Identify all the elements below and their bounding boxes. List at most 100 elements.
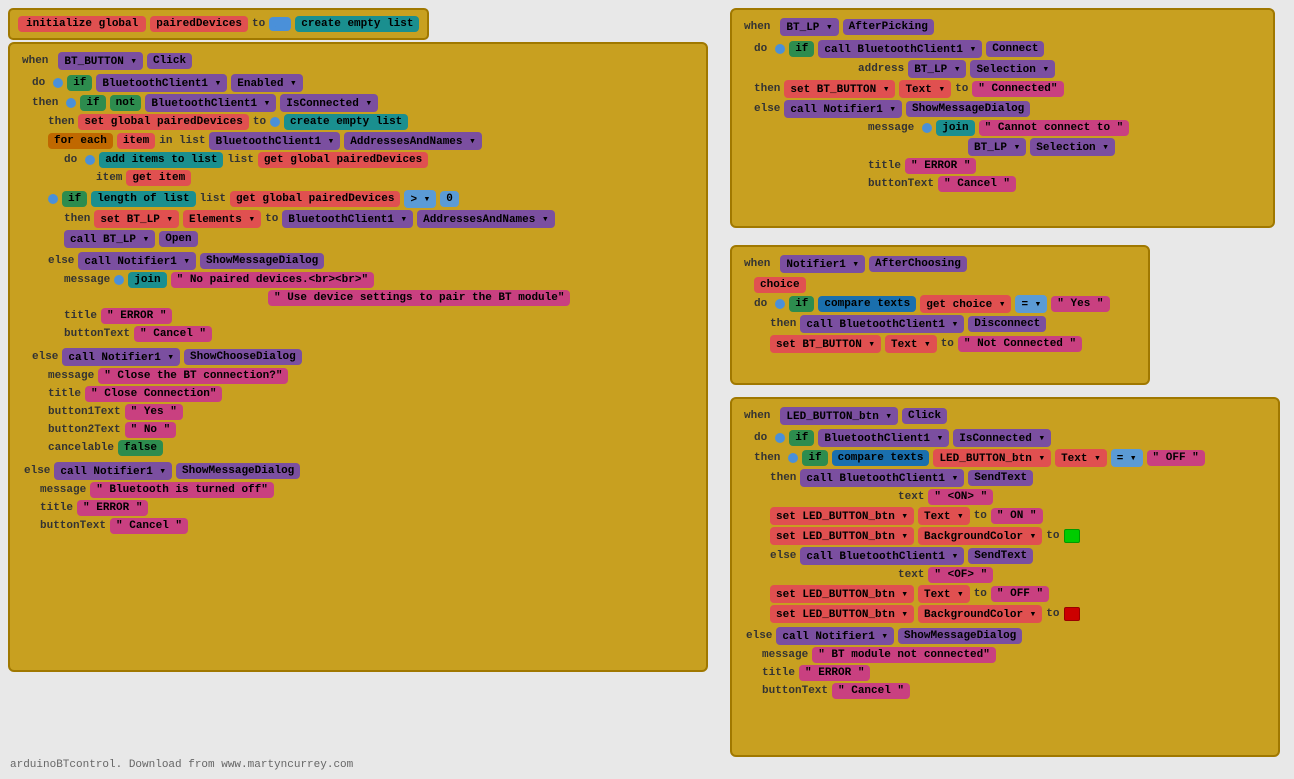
send-text-method2: SendText (968, 548, 1033, 564)
get-global-paired2: get global pairedDevices (230, 191, 400, 207)
if-keyword2: if (80, 95, 105, 111)
error-str2: " ERROR " (77, 500, 148, 516)
led-block: when LED_BUTTON_btn ▾ Click do if Blueto… (730, 397, 1280, 757)
text-kw: text (898, 491, 924, 503)
item-var: item (117, 133, 155, 149)
do-label4: do (754, 298, 767, 310)
join-dot (114, 275, 124, 285)
set-bt-btn: set BT_BUTTON ▾ (784, 80, 895, 98)
call-btlp-open: call BT_LP ▾ (64, 230, 155, 248)
show-msg-dialog3: ShowMessageDialog (906, 101, 1030, 117)
to-kw4: to (941, 338, 954, 350)
message-kw3: message (40, 484, 86, 496)
set-btlp-elements: set BT_LP ▾ (94, 210, 179, 228)
to-kw6: to (1046, 530, 1059, 542)
if-keyword6: if (789, 430, 814, 446)
no-paired-str: " No paired devices.<br><br>" (171, 272, 374, 288)
notifier-block: when Notifier1 ▾ AfterChoosing choice do… (730, 245, 1150, 385)
init-dot (269, 17, 291, 31)
show-msg-dialog1: ShowMessageDialog (200, 253, 324, 269)
call-notifier5: call Notifier1 ▾ (776, 627, 894, 645)
error-str3: " ERROR " (905, 158, 976, 174)
bt-button-block: when BT_BUTTON ▾ Click do if BluetoothCl… (8, 42, 708, 672)
is-connected: IsConnected ▾ (280, 94, 378, 112)
call-notifier4: call Notifier1 ▾ (784, 100, 902, 118)
then-label7: then (770, 472, 796, 484)
afterchoosing-event: AfterChoosing (869, 256, 967, 272)
show-msg-dialog2: ShowMessageDialog (176, 463, 300, 479)
when-label2: when (738, 19, 776, 35)
if-dot7 (788, 453, 798, 463)
afterpicking-event: AfterPicking (843, 19, 934, 35)
led-btn-text: LED_BUTTON_btn ▾ (933, 449, 1051, 467)
cancel-str4: " Cancel " (832, 683, 910, 699)
set-global-paired: set global pairedDevices (78, 114, 248, 130)
call-bt-disconnect: call BluetoothClient1 ▾ (800, 315, 964, 333)
call-notifier3: call Notifier1 ▾ (54, 462, 172, 480)
error-str1: " ERROR " (101, 308, 172, 324)
btlp-comp: BT_LP ▾ (780, 18, 838, 36)
cancelable-kw: cancelable (48, 442, 114, 454)
buttontext-kw3: buttonText (868, 178, 934, 190)
cancel-str3: " Cancel " (938, 176, 1016, 192)
on-val-str: " ON " (991, 508, 1043, 524)
connect-method: Connect (986, 41, 1044, 57)
title-kw3: title (40, 502, 73, 514)
false-val: false (118, 440, 163, 456)
is-connected2: IsConnected ▾ (953, 429, 1051, 447)
bt-addresses: BluetoothClient1 ▾ (209, 132, 340, 150)
bt-off-str: " Bluetooth is turned off" (90, 482, 274, 498)
if-dot2 (66, 98, 76, 108)
do-label5: do (754, 432, 767, 444)
gt-op: > ▾ (404, 190, 436, 208)
do-label2: do (64, 154, 77, 166)
when-label: when (16, 53, 54, 69)
click-event2: Click (902, 408, 947, 424)
to-kw8: to (1046, 608, 1059, 620)
else-label2: else (32, 351, 58, 363)
title-kw4: title (868, 160, 901, 172)
then-label1: then (32, 97, 58, 109)
do-label: do (32, 77, 45, 89)
button2text-kw: button2Text (48, 424, 121, 436)
bt-button-comp: BT_BUTTON ▾ (58, 52, 143, 70)
compare-texts2: compare texts (832, 450, 930, 466)
init-block: initialize global pairedDevices to creat… (8, 8, 429, 40)
call-notifier1: call Notifier1 ▾ (78, 252, 196, 270)
list-kw2: list (200, 193, 226, 205)
text-prop: Text ▾ (899, 80, 951, 98)
show-choose-dialog: ShowChooseDialog (184, 349, 302, 365)
connected-str: " Connected" (972, 81, 1063, 97)
get-item: get item (126, 170, 191, 186)
bt-client4: BluetoothClient1 ▾ (818, 429, 949, 447)
set-led-text: set LED_BUTTON_btn ▾ (770, 507, 914, 525)
red-swatch (1064, 607, 1080, 621)
cancel-str2: " Cancel " (110, 518, 188, 534)
send-text-method: SendText (968, 470, 1033, 486)
title-kw5: title (762, 667, 795, 679)
then-label4: then (754, 83, 780, 95)
open-method: Open (159, 231, 197, 247)
address-kw: address (858, 63, 904, 75)
bt-client3: BluetoothClient1 ▾ (282, 210, 413, 228)
canvas: initialize global pairedDevices to creat… (0, 0, 1294, 779)
join-kw: join (128, 272, 166, 288)
list-icon (275, 19, 285, 29)
message-kw4: message (868, 122, 914, 134)
if-dot6 (775, 433, 785, 443)
yes-str2: " Yes " (1051, 296, 1109, 312)
not-keyword: not (110, 95, 142, 111)
get-global-paired: get global pairedDevices (258, 152, 428, 168)
in-list-kw: in list (159, 135, 205, 147)
call-connect: call BluetoothClient1 ▾ (818, 40, 982, 58)
selection-prop: Selection ▾ (970, 60, 1055, 78)
do-label3: do (754, 43, 767, 55)
to-kw: to (253, 116, 266, 128)
if-keyword: if (67, 75, 92, 91)
init-var: pairedDevices (150, 16, 248, 32)
call-send-text2: call BluetoothClient1 ▾ (800, 547, 964, 565)
set-led-text2: set LED_BUTTON_btn ▾ (770, 585, 914, 603)
set-led-bgcolor: set LED_BUTTON_btn ▾ (770, 527, 914, 545)
else-label4: else (754, 103, 780, 115)
create-empty-list: create empty list (295, 16, 419, 32)
